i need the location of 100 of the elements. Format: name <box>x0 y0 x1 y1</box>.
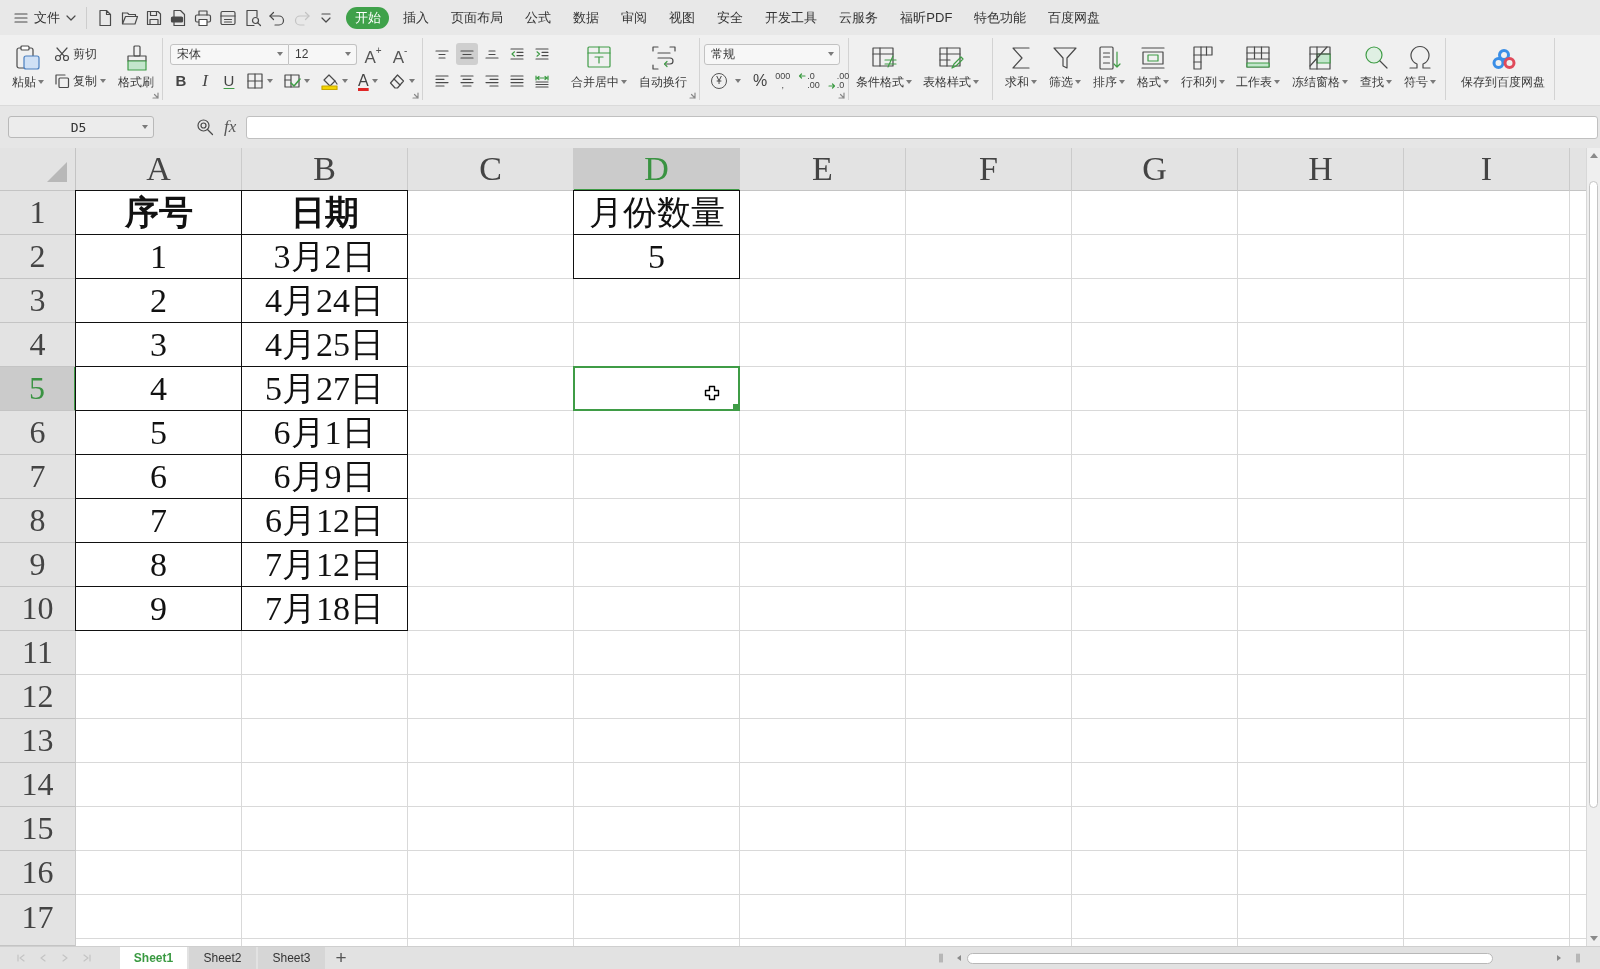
column-header[interactable]: H <box>1238 148 1404 191</box>
row-header[interactable]: 12 <box>0 675 76 719</box>
table-style-button[interactable]: 表格样式 <box>923 38 979 90</box>
save-to-cloud-button[interactable]: 保存到百度网盘 <box>1461 38 1547 90</box>
format-painter-button[interactable]: 格式刷 <box>118 38 156 90</box>
percent-button[interactable]: % <box>753 72 768 90</box>
row-header[interactable]: 7 <box>0 455 76 499</box>
sort-button[interactable]: 排序 <box>1092 38 1125 90</box>
rows-columns-button[interactable]: 行和列 <box>1180 38 1225 90</box>
add-sheet-button[interactable]: + <box>331 947 351 969</box>
printer-icon[interactable] <box>194 8 213 27</box>
increase-font-size-button[interactable]: A$^{+}$ <box>362 40 384 68</box>
increase-decimal-button[interactable]: .0 .00 <box>798 72 820 90</box>
column-header[interactable]: C <box>408 148 574 191</box>
font-size-dropdown[interactable]: 12 <box>289 43 357 65</box>
ribbon-tab[interactable]: 页面布局 <box>440 6 515 29</box>
column-header[interactable]: E <box>740 148 906 191</box>
file-menu[interactable]: 文件 <box>14 4 80 31</box>
cut-button[interactable]: 剪切 <box>54 43 106 65</box>
column-header[interactable]: F <box>906 148 1072 191</box>
dialog-launcher-icon[interactable] <box>152 92 159 99</box>
sheet-tab[interactable]: Sheet2 <box>189 947 256 969</box>
filter-button[interactable]: 筛选 <box>1048 38 1081 90</box>
dialog-launcher-icon[interactable] <box>689 92 696 99</box>
row-header[interactable]: 8 <box>0 499 76 543</box>
column-header[interactable]: G <box>1072 148 1238 191</box>
caret-icon <box>1218 80 1225 84</box>
sheet-tab[interactable]: Sheet1 <box>120 947 187 969</box>
italic-button[interactable]: I <box>194 71 216 91</box>
font-color-button[interactable]: A <box>354 70 382 92</box>
zoom-icon[interactable] <box>196 118 214 136</box>
merge-center-button[interactable]: 合并居中 <box>571 38 627 90</box>
align-middle-button[interactable] <box>456 43 478 65</box>
document-search-icon[interactable] <box>243 8 262 27</box>
column-header[interactable]: B <box>242 148 408 191</box>
freeze-panes-button[interactable]: 冻结窗格 <box>1292 38 1349 90</box>
caret-icon[interactable] <box>735 79 741 83</box>
worksheet-button[interactable]: 工作表 <box>1236 38 1281 90</box>
ribbon-tab[interactable]: 特色功能 <box>963 6 1038 29</box>
ribbon-tab[interactable]: 开发工具 <box>754 6 829 29</box>
row-header[interactable]: 10 <box>0 587 76 631</box>
row-header[interactable]: 4 <box>0 323 76 367</box>
document-tag-icon[interactable] <box>169 8 188 27</box>
dialog-launcher-icon[interactable] <box>412 92 419 99</box>
ribbon-tab[interactable]: 审阅 <box>610 6 659 29</box>
ribbon-tab[interactable]: 公式 <box>514 6 563 29</box>
row-header[interactable]: 15 <box>0 807 76 851</box>
ribbon-tab[interactable]: 视图 <box>658 6 707 29</box>
ribbon-tab[interactable]: 福昕PDF <box>889 6 964 29</box>
printer-lines-icon[interactable] <box>218 8 237 27</box>
select-all-button[interactable] <box>0 148 76 191</box>
scroll-left-icon[interactable] <box>956 954 962 962</box>
underline-button[interactable]: U <box>218 71 240 91</box>
row-header[interactable]: 11 <box>0 631 76 675</box>
ribbon-tab[interactable]: 安全 <box>706 6 755 29</box>
number-format-dropdown[interactable]: 常规 <box>704 43 840 65</box>
scrollbar-thumb[interactable] <box>1589 181 1598 808</box>
insert-function-button[interactable]: fx <box>224 117 237 137</box>
row-header[interactable]: 1 <box>0 191 76 235</box>
row-header[interactable]: 17 <box>0 895 76 946</box>
scroll-down-icon[interactable] <box>1588 935 1599 942</box>
row-header[interactable]: 2 <box>0 235 76 279</box>
ribbon-tab[interactable]: 百度网盘 <box>1037 6 1112 29</box>
formula-input[interactable] <box>246 115 1598 139</box>
ribbon-tab[interactable]: 数据 <box>562 6 611 29</box>
fill-handle[interactable] <box>733 404 739 410</box>
save-icon[interactable] <box>145 8 164 27</box>
row-header[interactable]: 13 <box>0 719 76 763</box>
format-button[interactable]: 格式 <box>1136 38 1169 90</box>
copy-button[interactable]: 复制 <box>54 70 106 92</box>
active-cell[interactable] <box>573 366 740 411</box>
thousands-separator-button[interactable]: 000 , <box>775 72 791 90</box>
row-header[interactable]: 3 <box>0 279 76 323</box>
scroll-right-icon[interactable] <box>1556 954 1562 962</box>
conditional-format-button[interactable]: 条件格式 <box>856 38 912 90</box>
bold-button[interactable]: B <box>170 71 192 91</box>
scrollbar-thumb[interactable] <box>967 952 1493 964</box>
sheet-tab[interactable]: Sheet3 <box>258 947 325 969</box>
symbol-button[interactable]: 符号 <box>1404 38 1436 90</box>
scroll-up-icon[interactable] <box>1588 152 1599 159</box>
column-header[interactable]: I <box>1404 148 1570 191</box>
decrease-decimal-button[interactable]: .00 .0 <box>827 72 850 90</box>
column-header[interactable]: A <box>76 148 242 191</box>
row-header[interactable]: 14 <box>0 763 76 807</box>
row-header[interactable]: 6 <box>0 411 76 455</box>
new-document-icon[interactable] <box>96 8 114 27</box>
wrap-text-button[interactable]: 自动换行 <box>639 38 689 90</box>
row-header[interactable]: 9 <box>0 543 76 587</box>
decrease-font-size-button[interactable]: A$^{-}$ <box>389 40 411 68</box>
row-header[interactable]: 16 <box>0 851 76 895</box>
ribbon-tab[interactable]: 插入 <box>392 6 441 29</box>
dialog-launcher-icon[interactable] <box>838 92 845 99</box>
find-button[interactable]: 查找 <box>1360 38 1393 90</box>
paste-button[interactable]: 粘贴 <box>12 38 44 90</box>
sum-button[interactable]: 求和 <box>1005 38 1037 90</box>
ribbon-tab[interactable]: 云服务 <box>828 6 890 29</box>
vertical-scrollbar[interactable] <box>1586 148 1600 946</box>
name-box[interactable]: D5 <box>8 116 154 138</box>
font-name-dropdown[interactable]: 宋体 <box>170 43 289 65</box>
sheet-cell: 7 <box>75 499 242 543</box>
